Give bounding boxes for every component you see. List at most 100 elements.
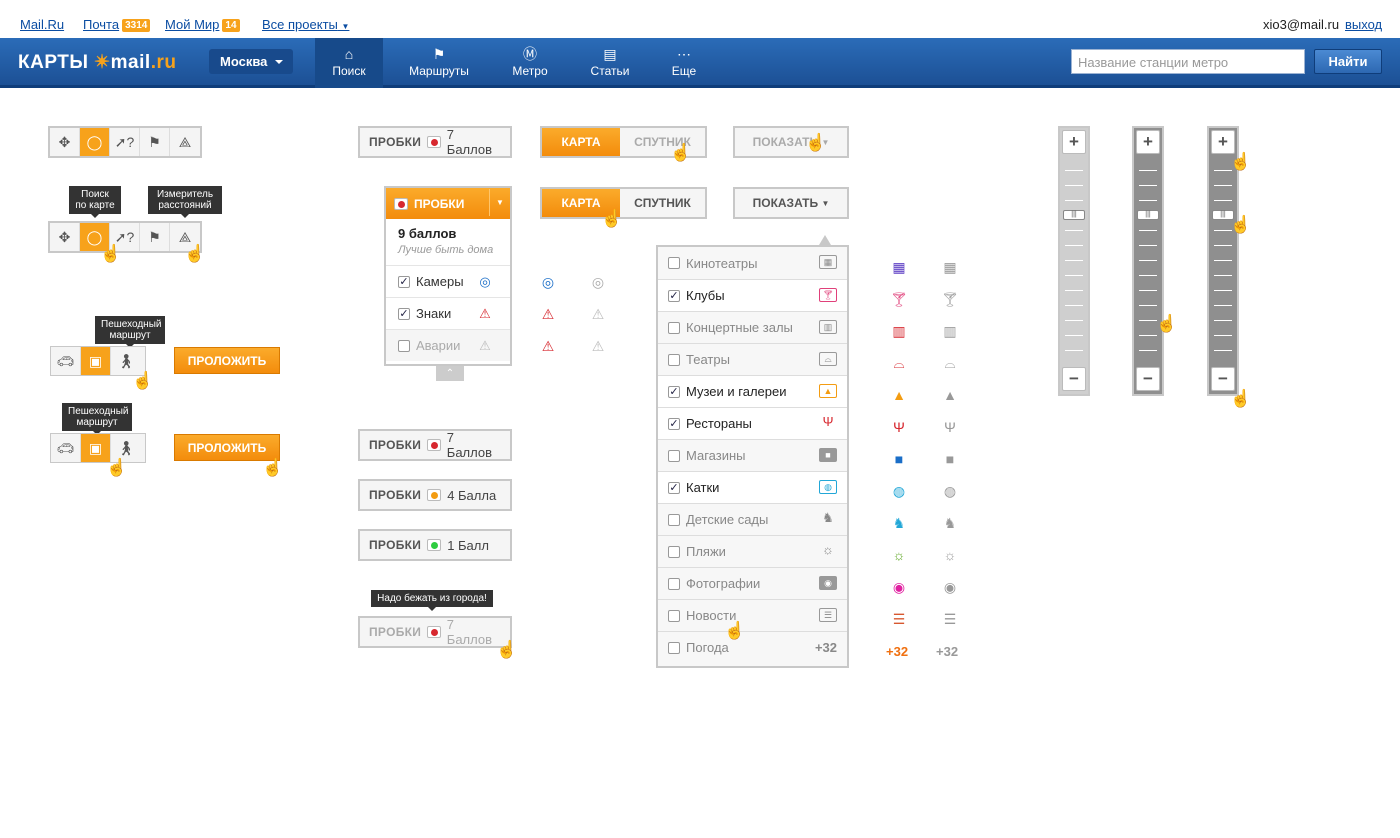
zoom-tick [1065,260,1083,261]
zoom-out-icon[interactable]: − [1211,367,1235,391]
move-icon[interactable]: ✥ [50,128,80,156]
traffic-button-disabled[interactable]: ПРОБКИ 7 Баллов [358,616,512,648]
zoom-out-icon[interactable]: − [1062,367,1086,391]
route-button-2[interactable]: ПРОЛОЖИТЬ [174,434,280,461]
zoom-tick [1139,200,1157,201]
city-select[interactable]: Москва [209,49,293,74]
move-icon[interactable]: ✥ [50,223,80,251]
mail-link[interactable]: Почта 3314 [83,17,151,32]
poi-label: Музеи и галереи [686,384,787,399]
checkbox[interactable] [668,513,680,526]
all-projects-link[interactable]: Все проекты ▼ [262,17,349,32]
checkbox[interactable] [668,641,680,654]
camera-photo-icon: ◉ [892,579,906,595]
traffic-label: ПРОБКИ [369,135,422,149]
nav-routes[interactable]: ⚑ Маршруты [396,38,482,88]
ruler-icon[interactable]: ⟁ [170,128,200,156]
traffic-panel-title: ПРОБКИ [414,196,465,211]
zoom-handle[interactable]: ||| [1063,210,1085,220]
show-button[interactable]: ПОКАЗАТЬ ▼ [733,126,849,158]
checkbox[interactable] [668,353,680,366]
nav-bar: КАРТЫ ✴mail.ru Москва ⌂ Поиск ⚑ Маршруты Ⓜ… [0,38,1400,88]
show-button-2[interactable]: ПОКАЗАТЬ ▼ [733,187,849,219]
poi-item[interactable]: Магазины ■ [658,439,847,471]
nav-search[interactable]: ⌂ Поиск [315,38,383,88]
checkbox[interactable] [668,321,680,334]
zoom-in-icon[interactable]: + [1062,130,1086,154]
zoom-tick [1139,335,1157,336]
checkbox[interactable] [668,449,680,462]
metro-search-input[interactable]: Название станции метро [1071,49,1305,74]
signpost-icon[interactable]: ⚑ [140,128,170,156]
logo[interactable]: КАРТЫ ✴mail.ru [18,51,176,74]
logout-link[interactable]: выход [1345,17,1382,32]
checkbox[interactable]: ✓ [668,417,680,430]
checkbox[interactable]: ✓ [668,481,680,494]
zoom-tick [1065,230,1083,231]
traffic-button[interactable]: ПРОБКИ 1 Балл [358,529,512,561]
nav-articles[interactable]: ▤ Статьи [580,38,640,88]
find-button[interactable]: Найти [1314,49,1382,74]
zoom-handle[interactable]: ||| [1137,210,1159,220]
shop-icon: ■ [819,448,837,462]
poi-item[interactable]: Кинотеатры ▦ [658,247,847,279]
poi-item[interactable]: Детские сады ♞ [658,503,847,535]
traffic-value: 7 Баллов [446,617,493,647]
signpost-icon: ⚑ [432,46,446,62]
traffic-score: 9 баллов [398,226,457,241]
poi-item[interactable]: ✓ Музеи и галереи ▲ [658,375,847,407]
checkbox[interactable]: ✓ [398,275,410,288]
nav-more[interactable]: ⋯ Еще [657,38,711,88]
zoom-out-icon[interactable]: − [1136,367,1160,391]
traffic-row-accidents[interactable]: Аварии ⚠ [386,329,510,361]
map-button[interactable]: КАРТА [542,128,620,156]
car-icon[interactable]: 🚗︎ [51,347,81,375]
satellite-button[interactable]: СПУТНИК [620,189,705,217]
traffic-value: 7 Баллов [446,127,493,157]
bus-icon[interactable]: ▣ [81,347,111,375]
checkbox[interactable]: ✓ [398,307,410,320]
checkbox[interactable] [668,577,680,590]
chevron-down-icon[interactable]: ▼ [489,189,510,216]
zoom-tick [1139,170,1157,171]
traffic-row-cameras[interactable]: ✓ Камеры ◎ [386,265,510,297]
map-type-toggle-2: КАРТА СПУТНИК [540,187,707,219]
route-button[interactable]: ПРОЛОЖИТЬ [174,347,280,374]
signpost-icon[interactable]: ⚑ [140,223,170,251]
satellite-button[interactable]: СПУТНИК [620,128,705,156]
car-icon[interactable]: 🚗︎ [51,434,81,462]
zoom-slider[interactable]: + ||| − [1132,126,1164,396]
traffic-button[interactable]: ПРОБКИ 7 Баллов [358,126,512,158]
search-icon[interactable]: ◯ [80,128,110,156]
traffic-row-signs[interactable]: ✓ Знаки ⚠ [386,297,510,329]
accident-icon: ⚠ [591,338,605,354]
zoom-tick [1139,260,1157,261]
zoom-tick [1214,290,1232,291]
poi-item[interactable]: Театры ⌓ [658,343,847,375]
collapse-up-icon[interactable]: ⌃ [436,366,464,381]
poi-item[interactable]: ✓ Катки ◍ [658,471,847,503]
zoom-slider[interactable]: + ||| − [1058,126,1090,396]
poi-item[interactable]: Новости ☰ [658,599,847,631]
poi-item[interactable]: Фотографии ◉ [658,567,847,599]
checkbox[interactable] [668,609,680,622]
checkbox[interactable] [668,545,680,558]
checkbox[interactable]: ✓ [668,385,680,398]
zoom-in-icon[interactable]: + [1211,130,1235,154]
skating-icon: ◍ [892,483,906,499]
poi-item[interactable]: Пляжи ☼ [658,535,847,567]
checkbox[interactable] [398,339,410,352]
poi-item[interactable]: Погода +32 [658,631,847,663]
poi-item[interactable]: ✓ Клубы 🍸︎ [658,279,847,311]
pointer-help-icon[interactable]: ➚? [110,128,140,156]
mailru-link[interactable]: Mail.Ru [20,17,64,32]
mir-link[interactable]: Мой Мир 14 [165,17,240,32]
traffic-button[interactable]: ПРОБКИ 4 Балла [358,479,512,511]
checkbox[interactable] [668,257,680,269]
checkbox[interactable]: ✓ [668,289,680,302]
nav-metro[interactable]: Ⓜ Метро [500,38,560,88]
poi-item[interactable]: ✓ Рестораны Ψ [658,407,847,439]
traffic-button[interactable]: ПРОБКИ 7 Баллов [358,429,512,461]
zoom-in-icon[interactable]: + [1136,130,1160,154]
poi-item[interactable]: Концертные залы ▥ [658,311,847,343]
